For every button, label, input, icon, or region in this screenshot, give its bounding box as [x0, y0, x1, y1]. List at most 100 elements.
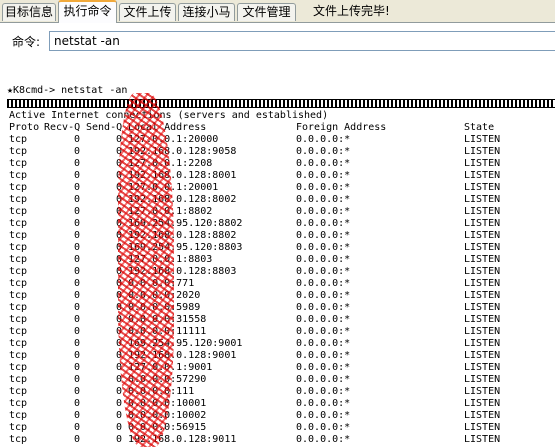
cell-state: LISTEN: [464, 218, 501, 229]
header-recv-q: Recv-Q: [44, 122, 81, 133]
tab-file-upload[interactable]: 文件上传: [119, 3, 176, 21]
cell-foreign-address: 0.0.0.0:*: [296, 254, 351, 265]
table-row: tcp000.0.0.0:315580.0.0.0:*LISTEN: [0, 314, 555, 326]
cell-state: LISTEN: [464, 206, 501, 217]
cell-proto: tcp: [9, 338, 28, 349]
output-console[interactable]: ★K8cmd-> netstat -an Active Internet con…: [0, 61, 555, 447]
tab-file-manager[interactable]: 文件管理: [237, 3, 296, 21]
table-row: tcp000.0.0.0:572900.0.0.0:*LISTEN: [0, 374, 555, 386]
cell-recv-q: 0: [74, 374, 81, 385]
cell-state: LISTEN: [464, 338, 501, 349]
table-row: tcp000.0.0.0:7710.0.0.0:*LISTEN: [0, 278, 555, 290]
cell-recv-q: 0: [74, 422, 81, 433]
header-proto: Proto: [9, 122, 40, 133]
cell-state: LISTEN: [464, 158, 501, 169]
cell-proto: tcp: [9, 218, 28, 229]
status-message: 文件上传完毕!: [313, 4, 390, 18]
cell-recv-q: 0: [74, 398, 81, 409]
connection-table: tcp00127.0.0.1:200000.0.0.0:*LISTENtcp00…: [0, 134, 555, 446]
table-row: tcp000.0.0.0:100020.0.0.0:*LISTEN: [0, 410, 555, 422]
cell-proto: tcp: [9, 434, 28, 445]
table-row: tcp00127.0.0.1:90010.0.0.0:*LISTEN: [0, 362, 555, 374]
cell-recv-q: 0: [74, 302, 81, 313]
cell-proto: tcp: [9, 182, 28, 193]
table-row: tcp000.0.0.0:111110.0.0.0:*LISTEN: [0, 326, 555, 338]
cell-state: LISTEN: [464, 314, 501, 325]
redaction-scribble: [118, 93, 174, 447]
cell-state: LISTEN: [464, 434, 501, 445]
command-input[interactable]: [49, 31, 555, 51]
cell-foreign-address: 0.0.0.0:*: [296, 278, 351, 289]
command-label: 命令:: [12, 35, 41, 49]
cell-state: LISTEN: [464, 410, 501, 421]
cell-state: LISTEN: [464, 362, 501, 373]
cell-send-q: 0: [116, 398, 123, 409]
header-foreign-address: Foreign Address: [296, 122, 387, 133]
cell-foreign-address: 0.0.0.0:*: [296, 206, 351, 217]
table-row: tcp00192.168.0.128:90010.0.0.0:*LISTEN: [0, 350, 555, 362]
cell-recv-q: 0: [74, 434, 81, 445]
table-row: tcp00169.254.95.120:88030.0.0.0:*LISTEN: [0, 242, 555, 254]
prompt-line: ★K8cmd-> netstat -an: [7, 85, 128, 96]
table-row: tcp00192.168.0.128:90580.0.0.0:*LISTEN: [0, 146, 555, 158]
tab-connect-shell[interactable]: 连接小马: [178, 3, 235, 21]
cell-state: LISTEN: [464, 278, 501, 289]
cell-proto: tcp: [9, 350, 28, 361]
cell-recv-q: 0: [74, 290, 81, 301]
cell-recv-q: 0: [74, 158, 81, 169]
cell-proto: tcp: [9, 230, 28, 241]
cell-send-q: 0: [116, 410, 123, 421]
cell-foreign-address: 0.0.0.0:*: [296, 134, 351, 145]
table-row: tcp 0 0 192.168.0.128:9011 0.0.0.0:* LISTEN: [0, 434, 555, 446]
cell-state: LISTEN: [464, 242, 501, 253]
cell-proto: tcp: [9, 302, 28, 313]
cell-recv-q: 0: [74, 170, 81, 181]
cell-send-q: 0: [116, 422, 123, 433]
cell-recv-q: 0: [74, 314, 81, 325]
netstat-summary: Active Internet connections (servers and…: [9, 110, 329, 121]
cell-state: LISTEN: [464, 146, 501, 157]
cell-proto: tcp: [9, 146, 28, 157]
cell-proto: tcp: [9, 266, 28, 277]
cell-state: LISTEN: [464, 386, 501, 397]
cell-proto: tcp: [9, 410, 28, 421]
tab-bar: 目标信息 执行命令 文件上传 连接小马 文件管理 文件上传完毕!: [0, 0, 555, 23]
cell-proto: tcp: [9, 398, 28, 409]
table-row: tcp00192.168.0.128:80010.0.0.0:*LISTEN: [0, 170, 555, 182]
cell-foreign-address: 0.0.0.0:*: [296, 242, 351, 253]
cell-foreign-address: 0.0.0.0:*: [296, 434, 351, 445]
cell-send-q: 0: [116, 386, 123, 397]
cell-proto: tcp: [9, 254, 28, 265]
cell-recv-q: 0: [74, 218, 81, 229]
cell-foreign-address: 0.0.0.0:*: [296, 266, 351, 277]
header-state: State: [464, 122, 495, 133]
cell-foreign-address: 0.0.0.0:*: [296, 158, 351, 169]
cell-foreign-address: 0.0.0.0:*: [296, 218, 351, 229]
cell-foreign-address: 0.0.0.0:*: [296, 386, 351, 397]
cell-proto: tcp: [9, 326, 28, 337]
cell-recv-q: 0: [74, 254, 81, 265]
cell-recv-q: 0: [74, 182, 81, 193]
cell-foreign-address: 0.0.0.0:*: [296, 374, 351, 385]
table-row: tcp00127.0.0.1:22080.0.0.0:*LISTEN: [0, 158, 555, 170]
cell-recv-q: 0: [74, 410, 81, 421]
tab-execute-command[interactable]: 执行命令: [58, 0, 117, 23]
cell-recv-q: 0: [74, 338, 81, 349]
cell-state: LISTEN: [464, 170, 501, 181]
cell-recv-q: 0: [74, 386, 81, 397]
table-row: tcp 0 0 127.0.0.1:20000 0.0.0.0:* LISTEN: [0, 134, 555, 146]
cell-foreign-address: 0.0.0.0:*: [296, 146, 351, 157]
table-row: tcp00169.254.95.120:88020.0.0.0:*LISTEN: [0, 218, 555, 230]
cell-recv-q: 0: [74, 194, 81, 205]
cell-state: LISTEN: [464, 194, 501, 205]
cell-foreign-address: 0.0.0.0:*: [296, 302, 351, 313]
cell-state: LISTEN: [464, 350, 501, 361]
cell-proto: tcp: [9, 206, 28, 217]
cell-proto: tcp: [9, 158, 28, 169]
table-row: tcp00192.168.0.128:80020.0.0.0:*LISTEN: [0, 194, 555, 206]
cell-state: LISTEN: [464, 398, 501, 409]
cell-recv-q: 0: [74, 206, 81, 217]
tab-target-info[interactable]: 目标信息: [2, 3, 56, 21]
cell-state: LISTEN: [464, 422, 501, 433]
cell-state: LISTEN: [464, 374, 501, 385]
